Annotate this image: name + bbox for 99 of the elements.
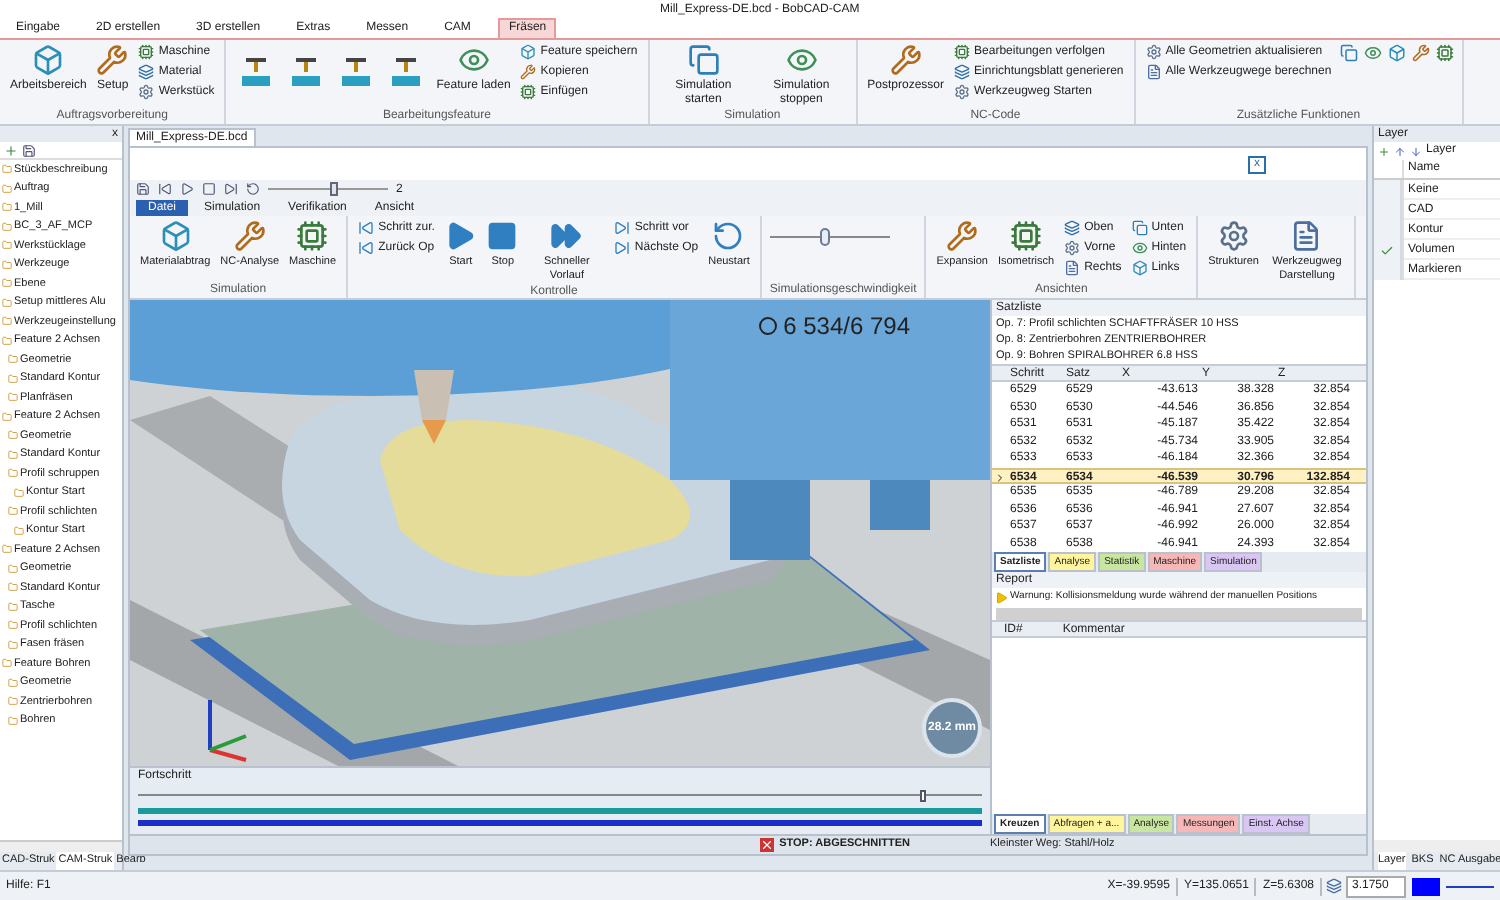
document-icon	[1290, 220, 1323, 252]
folder-icon	[2, 658, 12, 669]
speed-slider[interactable]	[769, 228, 890, 248]
wrench-icon	[889, 44, 922, 76]
cube-icon	[520, 44, 537, 60]
scrollbar[interactable]	[1374, 840, 1500, 852]
arrow-up-icon[interactable]	[1394, 145, 1406, 157]
folder-icon	[8, 468, 18, 479]
scrollbar[interactable]	[996, 608, 1362, 620]
folder-icon	[2, 278, 12, 289]
folder-icon	[8, 392, 18, 403]
folder-icon	[8, 601, 18, 612]
block-counter: 6 534/6 794	[757, 308, 910, 344]
folder-icon	[2, 411, 12, 422]
folder-icon	[8, 639, 18, 650]
warning-icon	[996, 592, 1008, 604]
chip-icon	[296, 220, 329, 252]
row-pointer-icon	[994, 471, 1006, 483]
eye-icon	[785, 44, 818, 76]
settings-icon	[1145, 44, 1162, 60]
folder-icon	[8, 373, 18, 384]
cube-icon	[1131, 260, 1148, 276]
document-icon	[1064, 260, 1081, 276]
folder-icon	[8, 430, 18, 441]
chip-icon	[520, 84, 537, 100]
stop-icon[interactable]	[202, 182, 216, 196]
copy-icon	[1339, 44, 1358, 62]
line-style-preview	[1446, 885, 1494, 887]
color-swatch[interactable]	[1412, 877, 1440, 895]
wrench-icon	[1411, 44, 1430, 62]
folder-icon	[8, 449, 18, 460]
settings-icon	[1064, 240, 1081, 256]
document-icon	[1145, 64, 1162, 80]
progress-slider[interactable]	[138, 790, 982, 802]
folder-icon	[8, 620, 18, 631]
chip-icon	[1435, 44, 1454, 62]
counter-icon	[757, 316, 778, 336]
visibility-cell[interactable]	[1374, 260, 1402, 280]
copy-icon	[1131, 220, 1148, 236]
arrow-down-icon[interactable]	[1410, 145, 1422, 157]
folder-icon	[8, 715, 18, 726]
folder-icon	[8, 696, 18, 707]
cube-icon	[32, 44, 65, 76]
chip-icon	[954, 44, 971, 60]
folder-icon	[2, 316, 12, 327]
add-icon[interactable]	[1378, 145, 1390, 157]
layers-icon[interactable]	[1326, 878, 1342, 894]
eye-icon	[1131, 240, 1148, 256]
cube-icon	[159, 220, 192, 252]
folder-icon	[2, 164, 12, 175]
folder-icon	[8, 677, 18, 688]
eye-icon	[457, 44, 490, 76]
check-icon	[1380, 243, 1394, 257]
folder-icon	[8, 354, 18, 365]
folder-icon	[2, 335, 12, 346]
toolbar-slider[interactable]	[268, 182, 388, 196]
folder-icon	[2, 202, 12, 213]
save-icon[interactable]	[22, 143, 36, 157]
eye-icon	[1363, 44, 1382, 62]
skip-forward-icon[interactable]	[224, 182, 238, 196]
settings-icon	[1217, 220, 1250, 252]
skip-back-icon	[358, 240, 375, 256]
layers-icon	[1064, 220, 1081, 236]
visibility-cell[interactable]	[1374, 180, 1402, 200]
layers-icon	[954, 64, 971, 80]
fast-forward-icon	[550, 220, 583, 252]
wrench-icon	[96, 44, 129, 76]
folder-icon	[2, 544, 12, 555]
skip-back-icon[interactable]	[158, 182, 172, 196]
folder-icon	[2, 240, 12, 251]
folder-icon	[2, 259, 12, 270]
folder-icon	[2, 183, 12, 194]
folder-icon	[8, 582, 18, 593]
folder-icon	[14, 487, 24, 498]
copy-icon	[687, 44, 720, 76]
scrollbar[interactable]	[0, 840, 122, 852]
layers-icon	[138, 64, 155, 80]
settings-icon	[138, 84, 155, 100]
restart-icon[interactable]	[246, 182, 260, 196]
folder-icon	[8, 506, 18, 517]
play-icon	[444, 220, 477, 252]
chip-icon	[1010, 220, 1043, 252]
wrench-icon	[520, 64, 537, 80]
chip-icon	[138, 44, 155, 60]
wrench-icon	[946, 220, 979, 252]
restart-icon	[712, 220, 745, 252]
wrench-icon	[233, 220, 266, 252]
settings-icon	[954, 84, 971, 100]
play-icon[interactable]	[180, 182, 194, 196]
skip-forward-icon	[614, 240, 631, 256]
folder-icon	[8, 563, 18, 574]
folder-icon	[14, 525, 24, 536]
stop-icon	[486, 220, 519, 252]
skip-forward-icon	[614, 220, 631, 236]
save-icon[interactable]	[136, 182, 150, 196]
skip-back-icon	[358, 220, 375, 236]
cube-icon	[1387, 44, 1406, 62]
folder-icon	[2, 221, 12, 232]
folder-icon	[2, 297, 12, 308]
